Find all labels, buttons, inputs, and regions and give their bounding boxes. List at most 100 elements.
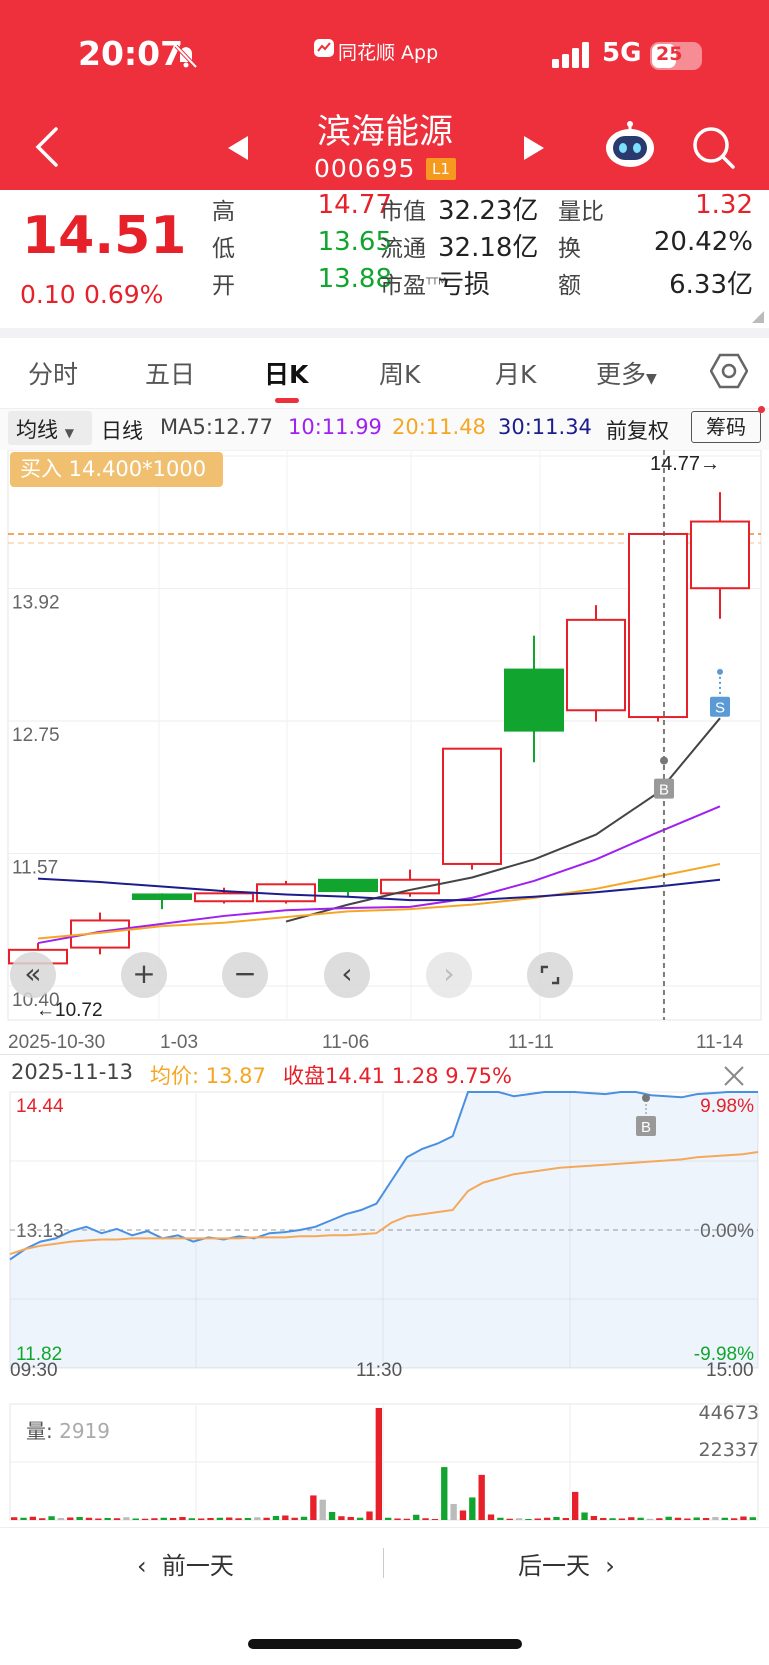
price-change: 0.10 — [20, 280, 76, 309]
ma-selector-label: 均线 — [16, 418, 58, 442]
pan-left-button[interactable]: ‹ — [324, 952, 370, 998]
kline-chart[interactable]: 15.0913.9212.7511.5710.4014.77→←10.72BS2… — [0, 450, 769, 1050]
volume-bar — [581, 1512, 588, 1520]
stat-label: 流通 — [380, 236, 426, 262]
price-high-label: 14.44 — [16, 1096, 64, 1117]
tab-daily-k[interactable]: 日K — [264, 355, 308, 391]
level-badge: L1 — [426, 158, 456, 180]
volume-bar — [48, 1516, 55, 1520]
back-icon[interactable] — [34, 126, 60, 172]
chips-button[interactable]: 筹码 — [691, 411, 761, 443]
close-label: 收盘 — [283, 1064, 325, 1088]
volume-bar — [207, 1517, 214, 1520]
candle-down — [132, 893, 192, 900]
next-day-label: 后一天 — [518, 1552, 590, 1580]
tab-five-day[interactable]: 五日 — [145, 355, 195, 391]
pan-right-button[interactable]: › — [426, 952, 472, 998]
volume-chart[interactable] — [0, 1402, 769, 1524]
tab-weekly-k[interactable]: 周K — [379, 355, 420, 391]
date-axis-label: 11-11 — [508, 1032, 554, 1050]
volume-bar — [310, 1495, 317, 1520]
next-stock-icon[interactable] — [522, 134, 546, 166]
close-change: 1.28 — [391, 1064, 439, 1088]
expand-corner-icon[interactable] — [752, 311, 764, 323]
ma5-value: MA5:12.77 — [160, 415, 274, 439]
ma10-value: 10:11.99 — [288, 415, 382, 439]
volume-bar — [712, 1516, 719, 1520]
close-change-pct: 9.75% — [445, 1064, 512, 1088]
candle-down — [318, 878, 378, 893]
tab-intraday[interactable]: 分时 — [28, 355, 78, 391]
volume-bar — [646, 1518, 654, 1520]
volume-bar — [385, 1517, 392, 1520]
chevron-right-icon: › — [605, 1552, 615, 1580]
robot-assistant-icon[interactable] — [604, 120, 656, 176]
candle-up — [628, 532, 688, 719]
min-price-label: ←10.72 — [36, 1000, 103, 1021]
volume-bar — [637, 1517, 644, 1520]
buy-order-tag: 买入 14.400*1000 — [10, 452, 223, 487]
price-mid-label: 13.13 — [16, 1221, 64, 1242]
volume-bar — [11, 1517, 18, 1520]
intraday-chart[interactable]: 14.4413.1311.829.98%0.00%-9.98%B09:30 11:… — [0, 1088, 769, 1378]
volume-bar — [169, 1517, 177, 1520]
rewind-button[interactable]: « — [10, 952, 56, 998]
volume-bar — [403, 1518, 411, 1520]
app-logo-icon — [313, 38, 335, 62]
tab-more[interactable]: 更多▼ — [596, 355, 657, 391]
next-day-button[interactable]: 后一天 › — [518, 1546, 615, 1581]
volume-bar — [375, 1408, 382, 1520]
time-axis-label: 09:30 — [10, 1360, 58, 1378]
volume-bar — [525, 1518, 532, 1520]
stat-label: 低 — [212, 236, 235, 262]
date-axis-label: 11-14 — [696, 1032, 744, 1050]
volume-bar — [515, 1518, 523, 1520]
stat-label: 换 — [558, 236, 581, 262]
volume-max: 44673 — [698, 1402, 759, 1424]
zoom-in-button[interactable]: + — [121, 952, 167, 998]
volume-bar — [450, 1503, 457, 1520]
divider — [0, 1054, 769, 1055]
period-label: 日线 — [101, 419, 143, 443]
date-axis-label: 11-06 — [322, 1032, 369, 1050]
prev-stock-icon[interactable] — [226, 134, 250, 166]
notification-dot — [758, 406, 765, 413]
volume-bar — [534, 1518, 541, 1520]
app-name: 同花顺 App — [338, 42, 439, 64]
candle-up — [690, 520, 750, 590]
screen: 20:07 同花顺 App 5G 25 滨海能源 000695 L1 14.51… — [0, 0, 769, 1665]
time-axis-label: 11:30 — [356, 1360, 402, 1378]
candle-down — [504, 668, 564, 732]
stat-label: 市盈TTM — [380, 273, 447, 299]
volume-bar — [366, 1511, 373, 1520]
volume-bar — [104, 1517, 111, 1520]
zoom-out-button[interactable]: − — [222, 952, 268, 998]
sell-marker-text: S — [715, 700, 725, 717]
prev-day-button[interactable]: ‹ 前一天 — [137, 1546, 234, 1581]
max-price-label: 14.77→ — [650, 453, 720, 475]
stat-label: 量比 — [558, 199, 604, 225]
date-axis-label: 1-03 — [160, 1032, 198, 1050]
avg-value: 13.87 — [205, 1064, 266, 1088]
network-type: 5G — [602, 38, 642, 68]
volume-bar — [188, 1518, 195, 1520]
volume-bar — [665, 1516, 672, 1520]
settings-hexagon-icon[interactable] — [709, 352, 749, 394]
volume-bar — [441, 1467, 448, 1520]
volume-bar — [656, 1518, 663, 1520]
volume-bar — [151, 1518, 158, 1520]
volume-bar — [740, 1516, 747, 1520]
volume-bar — [618, 1518, 626, 1520]
tab-monthly-k[interactable]: 月K — [495, 355, 536, 391]
buy-marker-text: B — [641, 1119, 651, 1136]
fullscreen-button[interactable] — [527, 952, 573, 998]
volume-bar — [57, 1517, 65, 1520]
volume-bar — [20, 1517, 27, 1520]
search-icon[interactable] — [692, 126, 736, 174]
volume-bar — [179, 1516, 186, 1520]
volume-bar — [132, 1518, 139, 1520]
price-axis-label: 11.57 — [12, 858, 58, 879]
ma-selector[interactable]: 均线 ▼ — [8, 411, 92, 445]
active-tab-indicator — [275, 398, 299, 403]
adjust-mode[interactable]: 前复权 — [606, 415, 669, 445]
